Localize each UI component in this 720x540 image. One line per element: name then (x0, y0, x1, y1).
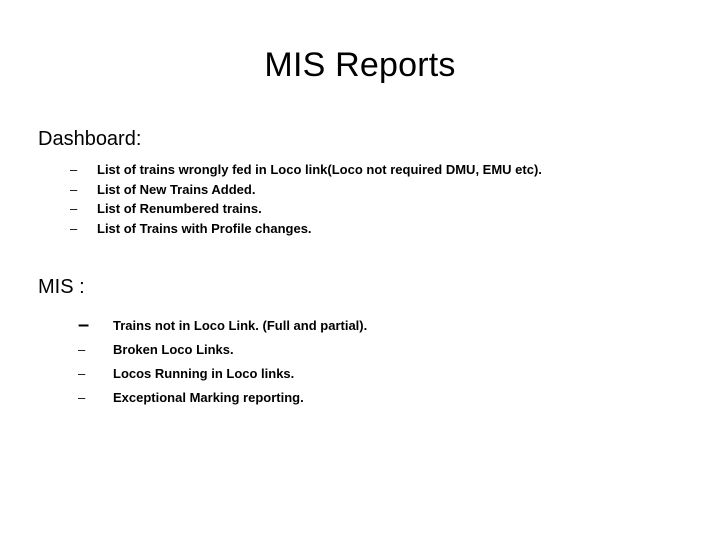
dash-bullet-icon: – (78, 342, 86, 357)
list-item: – Exceptional Marking reporting. (78, 386, 688, 410)
list-item-label: List of New Trains Added. (97, 181, 256, 197)
list-item: – Locos Running in Loco links. (78, 362, 688, 386)
list-item-label: Locos Running in Loco links. (113, 366, 295, 381)
list-item: – Broken Loco Links. (78, 338, 688, 362)
list-item-label: List of Renumbered trains. (97, 201, 262, 216)
page-title: MIS Reports (264, 46, 456, 84)
dash-bullet-icon: – (70, 181, 78, 197)
bullet-list-dashboard: – List of trains wrongly fed in Loco lin… (38, 160, 688, 238)
section-dashboard: Dashboard: – List of trains wrongly fed … (38, 126, 688, 238)
slide-body: Dashboard: – List of trains wrongly fed … (38, 126, 688, 410)
dash-bullet-icon: – (78, 390, 86, 405)
section-heading-mis: MIS : (38, 276, 85, 298)
dash-bullet-icon: – (78, 366, 86, 381)
list-item-label: Trains not in Loco Link. (Full and parti… (113, 318, 368, 333)
list-item: – List of New Trains Added. (70, 180, 688, 200)
list-item: – Trains not in Loco Link. (Full and par… (78, 312, 688, 338)
list-item-label: List of Trains with Profile changes. (97, 220, 312, 236)
list-item-label: Broken Loco Links. (113, 342, 234, 357)
list-item: – List of Trains with Profile changes. (70, 219, 688, 239)
list-item: – List of trains wrongly fed in Loco lin… (70, 160, 688, 180)
section-heading-dashboard: Dashboard: (38, 128, 142, 150)
list-item: – List of Renumbered trains. (70, 199, 688, 219)
slide: MIS Reports Dashboard: – List of trains … (0, 0, 720, 540)
section-mis: MIS : – Trains not in Loco Link. (Full a… (38, 274, 688, 410)
dash-bullet-icon: – (70, 220, 78, 236)
dash-bullet-icon: – (70, 162, 78, 177)
dash-bullet-icon: – (78, 314, 90, 336)
list-item-label: List of trains wrongly fed in Loco link(… (97, 162, 542, 177)
dash-bullet-icon: – (70, 201, 78, 216)
list-item-label: Exceptional Marking reporting. (113, 390, 304, 405)
bullet-list-mis: – Trains not in Loco Link. (Full and par… (38, 312, 688, 410)
